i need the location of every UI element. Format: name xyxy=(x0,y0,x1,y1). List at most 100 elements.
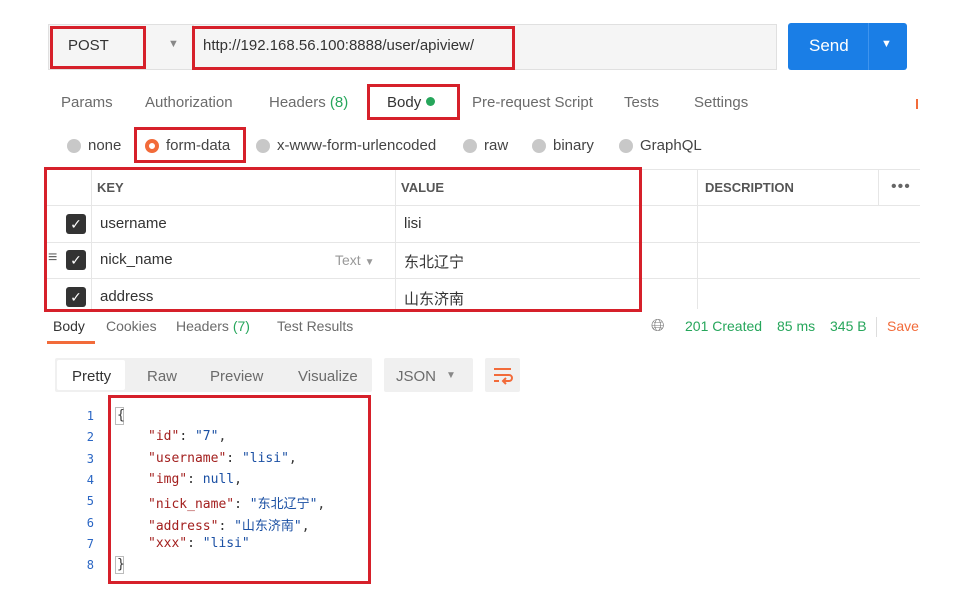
response-tab-body[interactable]: Body xyxy=(53,318,85,334)
table-col-divider xyxy=(91,169,92,309)
tab-params[interactable]: Params xyxy=(61,94,113,111)
table-row-divider xyxy=(47,278,920,279)
radio-binary[interactable]: binary xyxy=(532,137,594,154)
radio-graphql[interactable]: GraphQL xyxy=(619,137,702,154)
response-tab-cookies[interactable]: Cookies xyxy=(106,318,157,334)
status-dot-icon xyxy=(426,97,436,106)
tab-headers[interactable]: Headers (8) xyxy=(269,94,348,111)
line-number: 1 xyxy=(86,409,94,423)
send-divider xyxy=(868,23,869,70)
param-value[interactable]: lisi xyxy=(404,215,422,232)
method-label: POST xyxy=(68,37,109,54)
status-code[interactable]: 201 Created xyxy=(685,318,762,334)
radio-binary-label: binary xyxy=(553,137,594,154)
tab-headers-count: (8) xyxy=(329,94,349,111)
view-pretty-button[interactable]: Pretty xyxy=(72,368,111,385)
globe-icon[interactable]: 🌐︎ xyxy=(651,316,665,336)
json-key: "id" xyxy=(148,429,180,444)
radio-none[interactable]: none xyxy=(67,137,121,154)
radio-none-label: none xyxy=(88,137,122,154)
tab-tests[interactable]: Tests xyxy=(624,94,659,111)
json-comma: , xyxy=(301,519,310,534)
tab-body-label: Body xyxy=(387,94,422,111)
code-line: "nick_name": "东北辽宁", xyxy=(148,493,325,512)
param-type-label: Text xyxy=(335,252,361,268)
json-key: "xxx" xyxy=(148,536,188,551)
code-line: "address": "山东济南", xyxy=(148,515,310,534)
radio-form-data[interactable]: form-data xyxy=(145,137,230,154)
highlight-box-response xyxy=(108,395,371,584)
table-col-divider xyxy=(878,169,879,205)
checkbox-checked-icon[interactable]: ✓ xyxy=(66,214,86,234)
response-tab-headers-label: Headers xyxy=(176,318,229,334)
json-value: null xyxy=(202,472,235,487)
table-header-divider xyxy=(47,205,920,206)
json-colon: : xyxy=(218,519,235,534)
line-number: 3 xyxy=(86,452,94,466)
json-value: "lisi" xyxy=(202,536,250,551)
response-tab-test-results[interactable]: Test Results xyxy=(277,318,353,334)
radio-icon xyxy=(532,138,546,153)
tab-pre-request-script[interactable]: Pre-request Script xyxy=(472,94,593,111)
drag-handle-icon[interactable]: ≡ xyxy=(48,249,57,267)
view-raw-button[interactable]: Raw xyxy=(147,368,177,385)
radio-icon xyxy=(463,138,477,153)
response-size[interactable]: 345 B xyxy=(830,318,867,334)
view-visualize-button[interactable]: Visualize xyxy=(298,368,358,385)
save-response-button[interactable]: Save xyxy=(887,318,919,334)
json-value: "lisi" xyxy=(241,451,289,466)
radio-form-data-label: form-data xyxy=(166,137,231,154)
send-button[interactable]: Send ▼ xyxy=(788,23,907,70)
param-value[interactable]: 东北辽宁 xyxy=(404,251,464,272)
json-value: "7" xyxy=(194,429,219,444)
line-number: 2 xyxy=(86,430,94,444)
tab-headers-label: Headers xyxy=(269,94,326,111)
radio-raw[interactable]: raw xyxy=(463,137,508,154)
radio-selected-icon xyxy=(145,138,159,153)
response-tab-headers[interactable]: Headers (7) xyxy=(176,318,250,334)
view-preview-button[interactable]: Preview xyxy=(210,368,263,385)
param-type-select[interactable]: Text ▼ xyxy=(335,252,374,268)
code-line: "img": null, xyxy=(148,472,242,487)
param-value[interactable]: 山东济南 xyxy=(404,288,464,309)
radio-urlencoded-label: x-www-form-urlencoded xyxy=(277,137,437,154)
chevron-down-icon: ▼ xyxy=(364,257,375,268)
line-number: 6 xyxy=(86,516,94,530)
checkbox-checked-icon[interactable]: ✓ xyxy=(66,250,86,270)
response-tab-headers-count: (7) xyxy=(232,318,250,334)
param-key[interactable]: nick_name xyxy=(100,251,173,268)
table-col-divider xyxy=(697,169,698,309)
tab-body[interactable]: Body xyxy=(387,94,436,111)
line-number: 7 xyxy=(86,537,94,551)
radio-x-www-form-urlencoded[interactable]: x-www-form-urlencoded xyxy=(256,137,436,154)
radio-graphql-label: GraphQL xyxy=(640,137,702,154)
checkbox-checked-icon[interactable]: ✓ xyxy=(66,287,86,307)
chevron-down-icon: ▼ xyxy=(446,370,456,381)
wrap-lines-icon xyxy=(494,368,513,385)
radio-raw-label: raw xyxy=(484,137,509,154)
more-options-icon[interactable]: ••• xyxy=(891,178,911,196)
json-key: "nick_name" xyxy=(148,497,235,512)
send-label: Send xyxy=(809,36,849,55)
meta-divider xyxy=(876,317,877,337)
radio-icon xyxy=(256,138,270,153)
response-time[interactable]: 85 ms xyxy=(777,318,815,334)
json-comma: , xyxy=(218,429,227,444)
line-number: 8 xyxy=(86,558,94,572)
json-value: "山东济南" xyxy=(234,519,302,534)
param-key[interactable]: address xyxy=(100,288,153,305)
tab-authorization[interactable]: Authorization xyxy=(145,94,233,111)
url-text: http://192.168.56.100:8888/user/apiview/ xyxy=(203,37,475,54)
format-label: JSON xyxy=(396,368,437,385)
wrap-lines-button[interactable] xyxy=(485,358,520,392)
param-key[interactable]: username xyxy=(100,215,167,232)
json-colon: : xyxy=(226,451,242,466)
line-number: 5 xyxy=(86,494,94,508)
chevron-down-icon[interactable]: ▼ xyxy=(168,38,179,50)
json-colon: : xyxy=(187,536,203,551)
chevron-down-icon[interactable]: ▼ xyxy=(881,38,892,50)
json-key: "address" xyxy=(148,519,219,534)
tab-settings[interactable]: Settings xyxy=(694,94,748,111)
table-col-divider xyxy=(395,169,396,309)
cookies-link-edge xyxy=(916,99,918,109)
